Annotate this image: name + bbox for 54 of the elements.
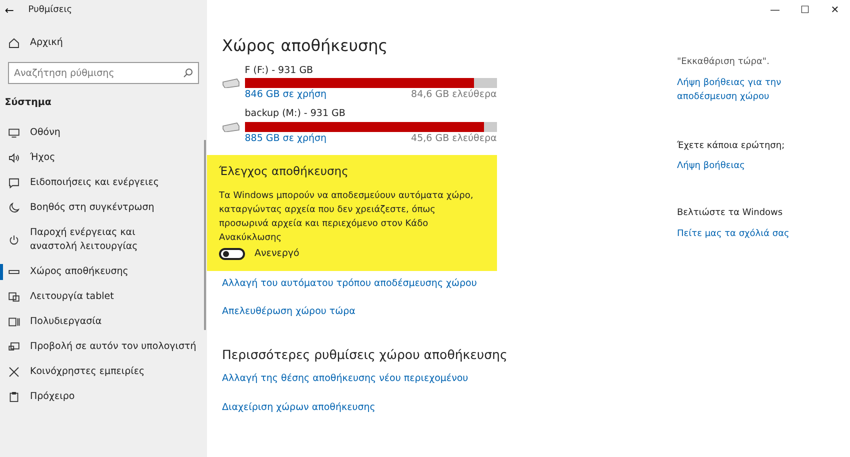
sidebar-item[interactable]: Πολυδιεργασία	[0, 314, 207, 330]
cross-arrows-icon	[8, 366, 20, 378]
toggle-state: Ανενεργό	[254, 246, 300, 261]
section-heading: Σύστημα	[4, 96, 52, 110]
tablet-icon	[8, 290, 20, 302]
drive-icon	[222, 78, 240, 88]
projector-screen-icon	[8, 340, 20, 352]
used-space-link[interactable]: 885 GB σε χρήση	[244, 132, 327, 146]
minimize-button[interactable]: —	[760, 0, 790, 20]
maximize-button[interactable]: ☐	[790, 0, 820, 20]
free-space-text: 45,6 GB ελεύθερα	[411, 132, 497, 146]
aside-text: Βελτιώστε τα Windows	[677, 207, 784, 220]
sidebar-item[interactable]: Παροχή ενέργειας και αναστολή λειτουργίας	[0, 224, 207, 254]
sidebar-item[interactable]: Κοινόχρηστες εμπειρίες	[0, 364, 207, 380]
drive-name: backup (M:) - 931 GB	[244, 107, 346, 122]
aside-text: Έχετε κάποια ερώτηση;	[677, 140, 786, 152]
sidebar-item[interactable]: Πρόχειρο	[0, 388, 207, 404]
help-link[interactable]: Πείτε μας τα σχόλιά σας	[677, 226, 790, 240]
search-field[interactable]: Αναζήτηση ρύθμισης	[8, 62, 199, 84]
sidebar-item[interactable]: Οθόνη	[0, 124, 207, 140]
link[interactable]: Διαχείριση χώρων αποθήκευσης	[222, 400, 376, 415]
free-space-text: 84,6 GB ελεύθερα	[411, 88, 497, 102]
sidebar-item[interactable]: Ήχος	[0, 150, 207, 166]
used-space-link[interactable]: 846 GB σε χρήση	[244, 88, 327, 102]
sidebar-item[interactable]: Λειτουργία tablet	[0, 288, 207, 304]
multitask-icon	[8, 316, 20, 328]
window-title: Ρυθμίσεις	[28, 4, 72, 18]
drive-name: F (F:) - 931 GB	[244, 64, 314, 78]
aside-text: "Εκκαθάριση τώρα".	[677, 56, 770, 69]
link[interactable]: Αλλαγή της θέσης αποθήκευσης νέου περιεχομένου	[222, 372, 468, 387]
link[interactable]: Απελευθέρωση χώρου τώρα	[222, 305, 356, 320]
power-icon	[8, 234, 20, 246]
sidebar-item[interactable]: Ειδοποιήσεις και ενέργειες	[0, 174, 207, 190]
sidebar-item[interactable]: Προβολή σε αυτόν τον υπολογιστή	[0, 338, 207, 354]
toggle-switch[interactable]	[219, 248, 245, 260]
help-link[interactable]: Λήψη βοήθειας	[677, 159, 745, 173]
storage-sense-description: Τα Windows μπορούν να αποδεσμεύουν αυτόματα χώρο, καταργώντας αρχεία που δεν χρειάζεστε, όπως προσωρινά αρχεία και περιεχόμενο στον Κάδο Ανακύκλωσης	[219, 190, 474, 244]
section-title: Περισσότερες ρυθμίσεις χώρου αποθήκευσης	[222, 346, 508, 364]
close-button[interactable]: ✕	[820, 0, 850, 20]
help-link[interactable]: Λήψη βοήθειας για την αποδέσμευση χώρου	[677, 76, 837, 104]
storage-sense-title: Έλεγχος αποθήκευσης	[219, 163, 350, 180]
moon-icon	[8, 202, 20, 214]
sidebar-item[interactable]: Βοηθός στη συγκέντρωση	[0, 200, 207, 216]
message-icon	[8, 176, 20, 188]
home-item[interactable]: Αρχική	[0, 36, 207, 50]
home-icon	[8, 37, 20, 50]
back-button[interactable]: ←	[4, 2, 14, 20]
speaker-icon	[8, 152, 20, 164]
monitor-icon	[8, 126, 20, 138]
link[interactable]: Αλλαγή του αυτόματου τρόπου αποδέσμευσης χώρου	[222, 277, 477, 292]
clipboard-icon	[8, 390, 20, 402]
drive-icon	[222, 122, 240, 132]
search-icon	[183, 68, 193, 78]
page-title: Χώρος αποθήκευσης	[222, 35, 389, 57]
